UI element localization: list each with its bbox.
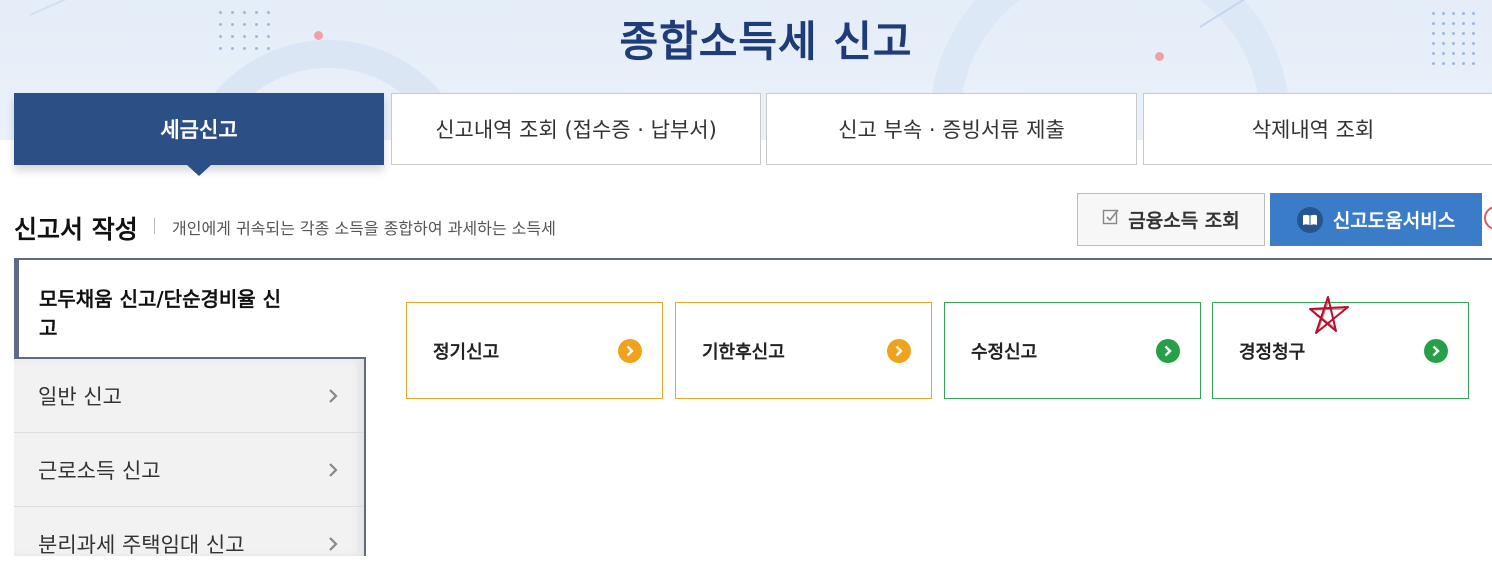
side-menu-item-label: 근로소득 신고 [38,458,161,483]
side-menu-item-general[interactable]: 일반 신고 [14,359,364,433]
filing-help-label: 신고도움서비스 [1332,210,1456,232]
side-menu-item-label: 일반 신고 [38,384,122,409]
page-title: 종합소득세 신고 [619,17,913,66]
financial-income-button[interactable]: 금융소득 조회 [1077,193,1265,246]
card-label: 수정신고 [971,341,1038,363]
side-menu: 모두채움 신고/단순경비율 신고 일반 신고 근로소득 신고 분리과세 주택임대… [14,260,366,557]
card-label: 경정청구 [1239,341,1306,363]
tab-tax-filing[interactable]: 세금신고 [14,93,384,165]
arrow-right-circle-icon [618,338,642,363]
active-tab-pointer [187,165,211,176]
tab-deleted-history[interactable]: 삭제내역 조회 [1143,93,1492,165]
filing-help-button[interactable]: 신고도움서비스 [1270,193,1482,246]
chevron-right-icon [329,388,338,403]
card-label: 기한후신고 [702,341,785,363]
section-title: 신고서 작성 [14,215,138,244]
card-amended-filing[interactable]: 수정신고 [944,302,1201,399]
section-description: 개인에게 귀속되는 각종 소득을 종합하여 과세하는 소득세 [172,219,556,238]
arrow-right-circle-icon [1156,338,1180,363]
tab-attachments-submit[interactable]: 신고 부속 · 증빙서류 제출 [766,93,1137,165]
side-menu-item-rental[interactable]: 분리과세 주택임대 신고 [14,507,364,581]
card-regular-filing[interactable]: 정기신고 [406,302,663,399]
side-menu-item-label: 분리과세 주택임대 신고 [38,533,245,557]
checkbox-edit-icon [1102,208,1120,231]
help-circle-icon[interactable] [1484,206,1492,230]
side-menu-list: 일반 신고 근로소득 신고 분리과세 주택임대 신고 [14,357,366,557]
tab-filing-history[interactable]: 신고내역 조회 (접수증 · 납부서) [391,93,761,165]
arrow-right-circle-icon [1424,338,1448,363]
financial-income-label: 금융소득 조회 [1128,210,1240,232]
card-late-filing[interactable]: 기한후신고 [675,302,932,399]
side-menu-item-earned-income[interactable]: 근로소득 신고 [14,433,364,507]
arrow-right-circle-icon [887,338,911,363]
book-icon [1296,206,1323,233]
chevron-right-icon [329,537,338,551]
side-menu-item-label: 모두채움 신고/단순경비율 신고 [39,287,282,340]
divider [154,218,155,234]
annotation-star-icon [1309,296,1349,334]
side-menu-item-prefilled[interactable]: 모두채움 신고/단순경비율 신고 [14,260,366,357]
card-label: 정기신고 [433,341,500,363]
chevron-right-icon [329,462,338,477]
